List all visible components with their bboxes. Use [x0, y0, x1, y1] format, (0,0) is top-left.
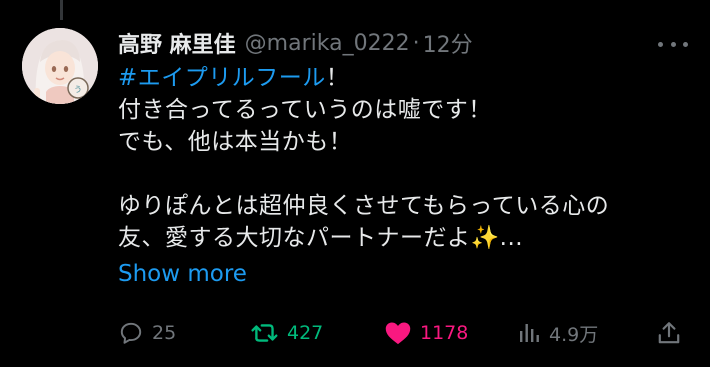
tweet-text-blank-line [118, 158, 688, 190]
reply-bubble-icon [120, 322, 142, 344]
like-count: 1178 [420, 322, 469, 344]
tweet-body[interactable]: 高野 麻里佳 @marika_0222 · 12分 #エイプリルフール！ 付き合… [118, 26, 688, 291]
reply-count: 25 [152, 322, 177, 344]
views-button[interactable]: 4.9万 [517, 316, 598, 350]
reply-button[interactable]: 25 [118, 316, 176, 350]
tweet-actions-bar: 25 427 1178 4.9万 [118, 316, 688, 350]
author-display-name[interactable]: 高野 麻里佳 [118, 27, 236, 59]
show-more-link[interactable]: Show more [118, 257, 688, 291]
svg-text:う: う [74, 85, 82, 94]
share-button[interactable] [656, 316, 682, 350]
thread-connector-line [60, 0, 63, 20]
tweet-text-fragment: ！ [325, 65, 350, 91]
tweet-text: #エイプリルフール！ 付き合ってるっていうのは嘘です！ でも、他は本当かも！ ゆ… [118, 62, 688, 254]
more-options-icon[interactable] [658, 34, 688, 54]
retweet-count: 427 [287, 322, 324, 344]
views-count: 4.9万 [549, 323, 599, 346]
more-dot [683, 41, 688, 47]
tweet-header: 高野 麻里佳 @marika_0222 · 12分 [118, 26, 688, 60]
avatar-image: う [22, 28, 98, 104]
tweet-text-line: 友、愛する大切なパートナーだよ✨... [118, 225, 524, 251]
analytics-bars-icon [520, 324, 539, 342]
retweet-icon [251, 324, 278, 342]
tweet-text-line: ゆりぽんとは超仲良くさせてもらっている心の [118, 193, 610, 219]
avatar[interactable]: う [22, 28, 98, 104]
tweet-text-line: #エイプリルフール！ [118, 62, 688, 94]
heart-icon [385, 322, 411, 345]
more-dot [670, 41, 676, 47]
like-button[interactable]: 1178 [384, 316, 468, 350]
share-upload-icon [658, 322, 680, 344]
hashtag-link[interactable]: #エイプリルフール [118, 65, 326, 91]
tweet-text-line: でも、他は本当かも！ [118, 129, 353, 155]
tweet-text-line: 付き合ってるっていうのは嘘です！ [118, 97, 492, 123]
tweet-timestamp[interactable]: 12分 [423, 27, 473, 59]
retweet-button[interactable]: 427 [251, 316, 323, 350]
more-dot [658, 41, 663, 47]
author-handle[interactable]: @marika_0222 [245, 31, 410, 56]
header-separator: · [412, 30, 420, 56]
